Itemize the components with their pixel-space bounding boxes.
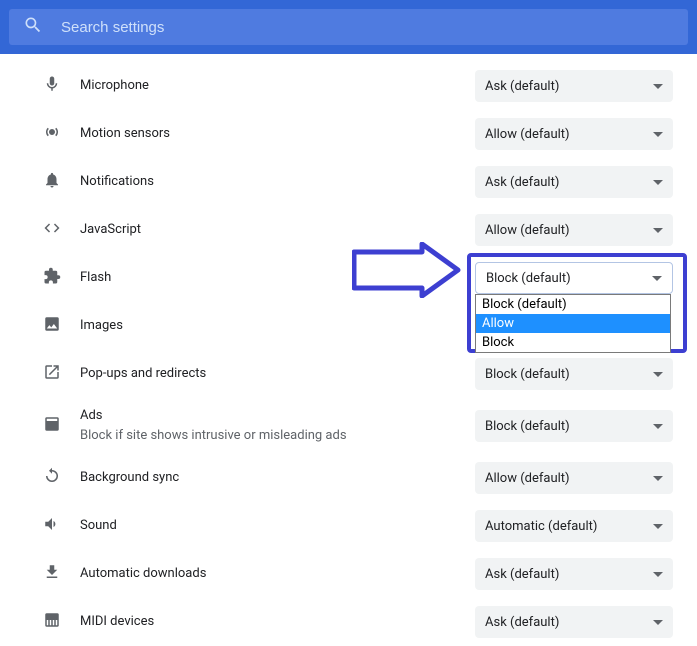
notifications-value: Ask (default) <box>485 175 559 190</box>
microphone-label: Microphone <box>80 78 149 93</box>
ads-sublabel: Block if site shows intrusive or mislead… <box>80 427 475 445</box>
midi-devices-select[interactable]: Ask (default) <box>475 606 673 638</box>
background-sync-icon <box>43 467 61 489</box>
chevron-down-icon <box>653 572 663 577</box>
images-icon <box>43 315 61 337</box>
motion-sensors-value: Allow (default) <box>485 127 570 142</box>
chevron-down-icon <box>653 180 663 185</box>
settings-list: Microphone Ask (default) Motion sensors … <box>0 54 697 646</box>
row-ads: Ads Block if site shows intrusive or mis… <box>20 398 677 454</box>
row-midi-devices: MIDI devices Ask (default) <box>20 598 677 646</box>
chevron-down-icon <box>653 84 663 89</box>
row-background-sync: Background sync Allow (default) <box>20 454 677 502</box>
motion-sensors-label: Motion sensors <box>80 126 170 141</box>
microphone-value: Ask (default) <box>485 79 559 94</box>
popups-value: Block (default) <box>485 367 570 382</box>
popups-label: Pop-ups and redirects <box>80 366 206 381</box>
popups-select[interactable]: Block (default) <box>475 358 673 390</box>
automatic-downloads-select[interactable]: Ask (default) <box>475 558 673 590</box>
motion-sensors-icon <box>43 123 61 145</box>
chevron-down-icon <box>653 524 663 529</box>
javascript-label: JavaScript <box>80 222 141 237</box>
chevron-down-icon <box>653 424 663 429</box>
automatic-downloads-icon <box>43 563 61 585</box>
flash-label: Flash <box>80 270 111 285</box>
background-sync-select[interactable]: Allow (default) <box>475 462 673 494</box>
automatic-downloads-label: Automatic downloads <box>80 566 206 581</box>
flash-dropdown: Block (default) Allow Block <box>475 294 671 353</box>
javascript-value: Allow (default) <box>485 223 570 238</box>
search-icon <box>23 15 43 39</box>
javascript-select[interactable]: Allow (default) <box>475 214 673 246</box>
notifications-label: Notifications <box>80 174 154 189</box>
chevron-down-icon <box>652 276 662 281</box>
flash-option-allow[interactable]: Allow <box>476 314 670 333</box>
background-sync-label: Background sync <box>80 470 179 485</box>
flash-value: Block (default) <box>486 271 571 286</box>
search-input[interactable] <box>61 19 674 36</box>
row-notifications: Notifications Ask (default) <box>20 158 677 206</box>
search-field-container[interactable] <box>9 9 688 45</box>
background-sync-value: Allow (default) <box>485 471 570 486</box>
images-label: Images <box>80 318 123 333</box>
search-bar <box>0 0 697 54</box>
chevron-down-icon <box>653 476 663 481</box>
chevron-down-icon <box>653 372 663 377</box>
flash-option-block[interactable]: Block <box>476 333 670 352</box>
midi-devices-label: MIDI devices <box>80 614 154 629</box>
motion-sensors-select[interactable]: Allow (default) <box>475 118 673 150</box>
notifications-icon <box>43 171 61 193</box>
notifications-select[interactable]: Ask (default) <box>475 166 673 198</box>
midi-devices-icon <box>43 611 61 633</box>
ads-value: Block (default) <box>485 419 570 434</box>
midi-devices-value: Ask (default) <box>485 615 559 630</box>
row-flash: Flash Block (default) Block (default) Al… <box>20 254 677 302</box>
sound-label: Sound <box>80 518 117 533</box>
popups-icon <box>43 363 61 385</box>
chevron-down-icon <box>653 620 663 625</box>
microphone-icon <box>43 75 61 97</box>
row-popups: Pop-ups and redirects Block (default) <box>20 350 677 398</box>
row-automatic-downloads: Automatic downloads Ask (default) <box>20 550 677 598</box>
row-motion-sensors: Motion sensors Allow (default) <box>20 110 677 158</box>
flash-select[interactable]: Block (default) <box>475 262 673 294</box>
microphone-select[interactable]: Ask (default) <box>475 70 673 102</box>
ads-select[interactable]: Block (default) <box>475 410 673 442</box>
sound-icon <box>43 515 61 537</box>
ads-label: Ads <box>80 407 475 425</box>
row-microphone: Microphone Ask (default) <box>20 62 677 110</box>
sound-select[interactable]: Automatic (default) <box>475 510 673 542</box>
chevron-down-icon <box>653 132 663 137</box>
ads-icon <box>43 415 61 437</box>
automatic-downloads-value: Ask (default) <box>485 567 559 582</box>
chevron-down-icon <box>653 228 663 233</box>
row-sound: Sound Automatic (default) <box>20 502 677 550</box>
sound-value: Automatic (default) <box>485 519 597 534</box>
javascript-icon <box>43 219 61 241</box>
flash-icon <box>43 267 61 289</box>
flash-option-block-default[interactable]: Block (default) <box>476 295 670 314</box>
row-javascript: JavaScript Allow (default) <box>20 206 677 254</box>
